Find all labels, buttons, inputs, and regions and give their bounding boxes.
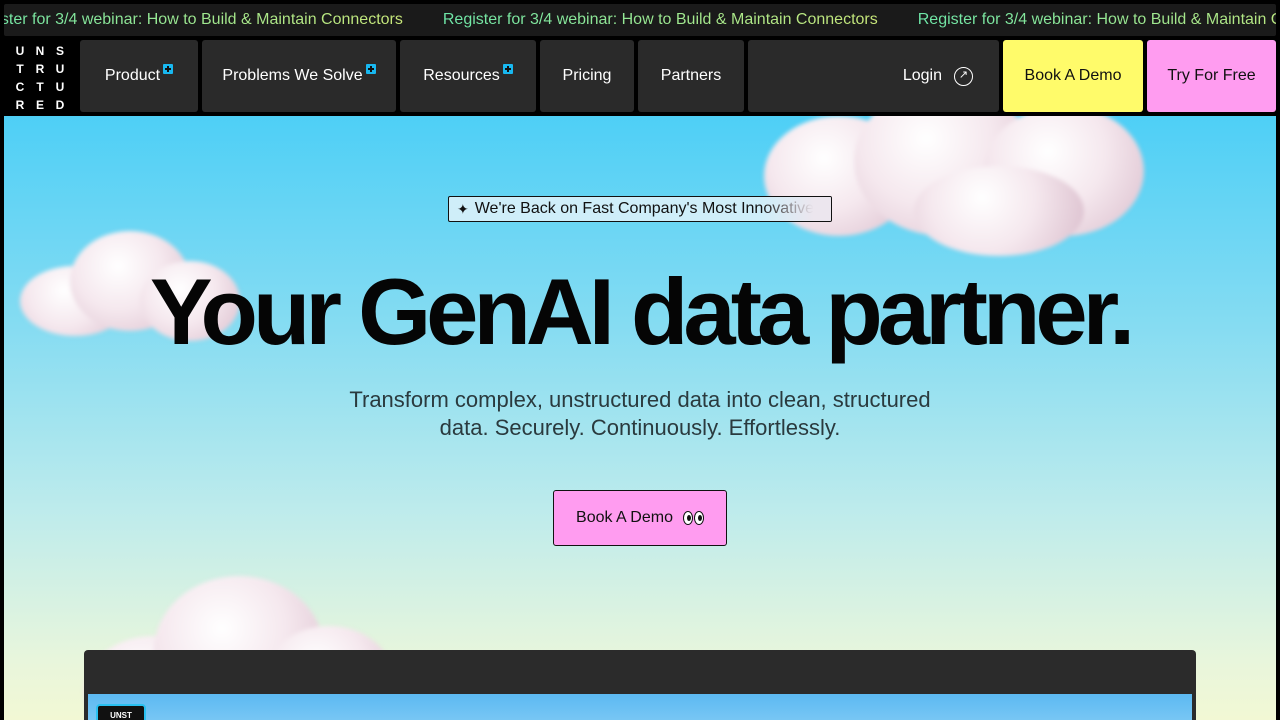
login-label: Login bbox=[902, 67, 942, 84]
login-button[interactable]: Login ↗ bbox=[748, 40, 999, 112]
nav-pricing-label: Pricing bbox=[562, 67, 612, 84]
plus-icon bbox=[163, 64, 174, 74]
nav-resources-label: Resources bbox=[423, 67, 500, 84]
fade-overlay bbox=[761, 197, 831, 221]
nav-pricing[interactable]: Pricing bbox=[540, 40, 634, 112]
logo-letter: U bbox=[15, 44, 25, 58]
logo-letter: T bbox=[36, 80, 44, 94]
nav-resources[interactable]: Resources bbox=[400, 40, 536, 112]
hero-headline: Your GenAI data partner. bbox=[149, 259, 1135, 364]
announcement-badge[interactable]: ✦ We're Back on Fast Company's Most Inno… bbox=[448, 196, 832, 222]
announcement-ticker[interactable]: Register for 3/4 webinar: How to Build &… bbox=[4, 4, 1276, 36]
unstructured-logo[interactable]: U N S T R U C T U R E D bbox=[10, 44, 70, 112]
preview-screen: UNST bbox=[88, 694, 1192, 720]
product-preview: UNST bbox=[84, 650, 1196, 720]
nav-product-label: Product bbox=[104, 67, 161, 84]
nav-problems-we-solve[interactable]: Problems We Solve bbox=[202, 40, 396, 112]
logo-letter: R bbox=[15, 98, 25, 112]
logo-letter: S bbox=[55, 44, 64, 58]
logo-letter: R bbox=[35, 62, 45, 76]
preview-logo: UNST bbox=[96, 704, 146, 720]
cloud-image bbox=[744, 116, 1164, 266]
logo-letter: D bbox=[55, 98, 65, 112]
ticker-link[interactable]: Register for 3/4 webinar: How to Build &… bbox=[4, 11, 403, 29]
book-demo-label: Book A Demo bbox=[1024, 67, 1122, 84]
try-free-label: Try For Free bbox=[1167, 67, 1256, 84]
arrow-up-right-circle-icon: ↗ bbox=[954, 66, 973, 86]
logo-letter: U bbox=[55, 80, 65, 94]
plus-icon bbox=[502, 64, 513, 74]
eyes-icon bbox=[682, 511, 704, 525]
nav-partners[interactable]: Partners bbox=[638, 40, 744, 112]
ticker-link[interactable]: Register for 3/4 webinar: How to Build &… bbox=[443, 11, 878, 29]
hero-section: ✦ We're Back on Fast Company's Most Inno… bbox=[4, 116, 1276, 720]
ticker-link[interactable]: Register for 3/4 webinar: How to Build &… bbox=[918, 11, 1276, 29]
hero-book-demo-button[interactable]: Book A Demo bbox=[553, 490, 727, 546]
plus-icon bbox=[365, 64, 376, 74]
hero-subheadline: Transform complex, unstructured data int… bbox=[349, 387, 931, 440]
logo-letter: N bbox=[35, 44, 45, 58]
logo-letter: C bbox=[15, 80, 25, 94]
nav-partners-label: Partners bbox=[660, 67, 722, 84]
logo-letter: U bbox=[55, 62, 65, 76]
logo-letter: T bbox=[16, 62, 24, 76]
book-demo-button[interactable]: Book A Demo bbox=[1003, 40, 1143, 112]
try-free-button[interactable]: Try For Free bbox=[1147, 40, 1276, 112]
ticker-track: Register for 3/4 webinar: How to Build &… bbox=[4, 11, 1276, 29]
nav-problems-label: Problems We Solve bbox=[222, 67, 363, 84]
nav-product[interactable]: Product bbox=[80, 40, 198, 112]
main-nav: U N S T R U C T U R E D Product Problems… bbox=[0, 40, 1280, 112]
logo-letter: E bbox=[35, 98, 44, 112]
sparkle-icon: ✦ bbox=[457, 200, 469, 217]
hero-cta-label: Book A Demo bbox=[576, 509, 673, 526]
